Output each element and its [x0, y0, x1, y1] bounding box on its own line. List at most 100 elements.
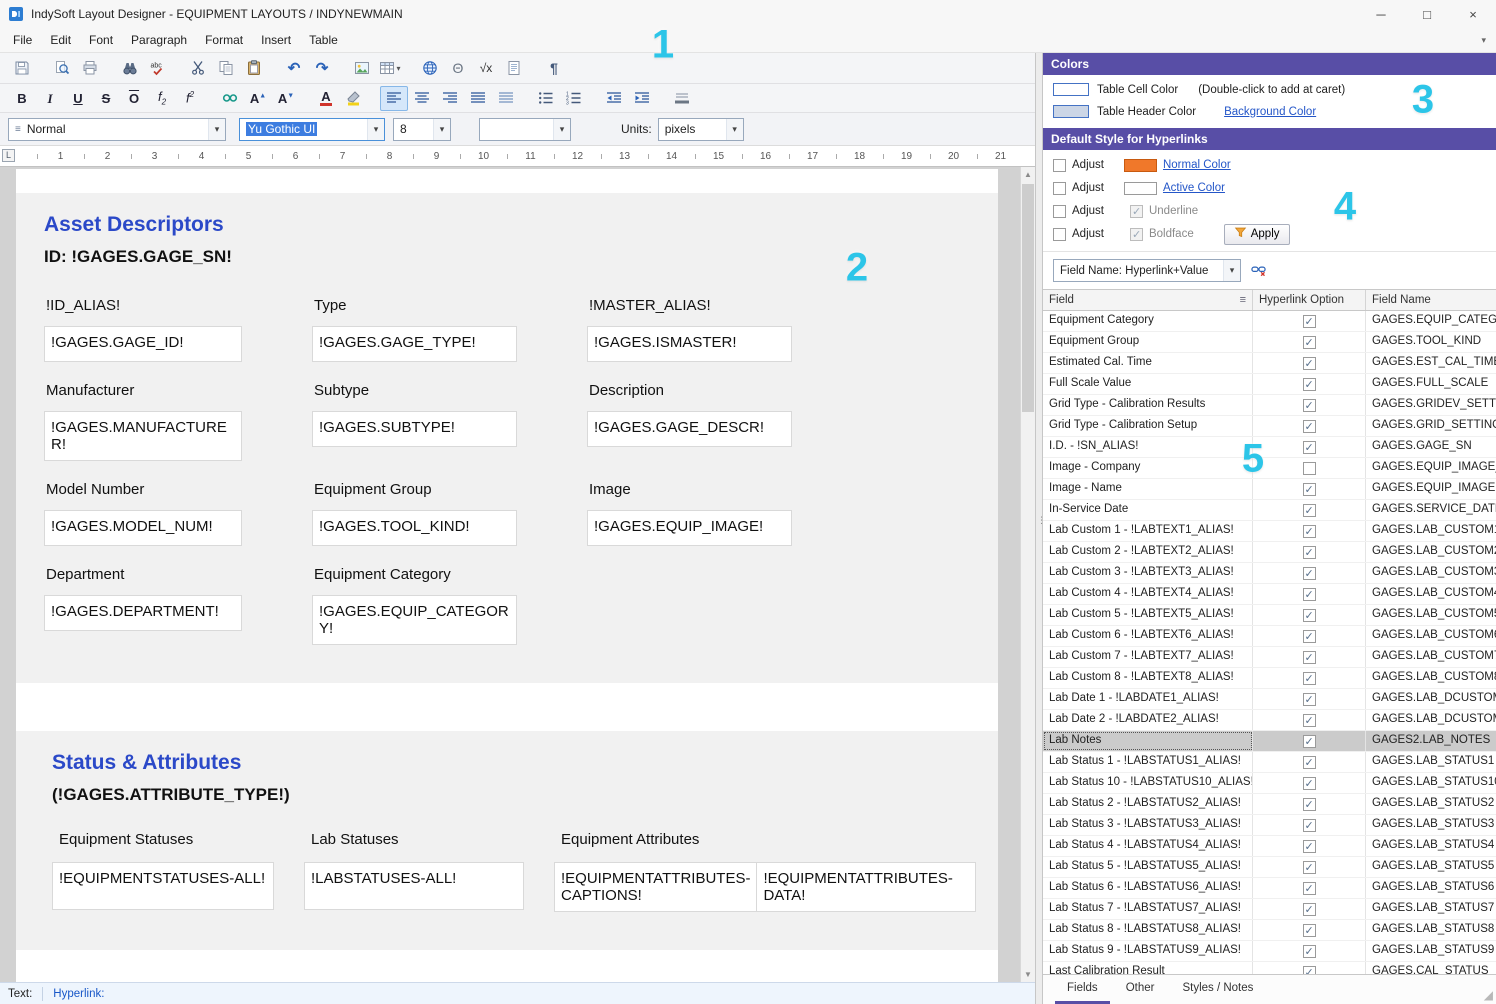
field-cell[interactable]: Lab Custom 8 - !LABTEXT8_ALIAS! [1043, 668, 1253, 688]
field-value-box[interactable]: !EQUIPMENTATTRIBUTES-CAPTIONS! [554, 862, 757, 912]
field-cell[interactable]: I.D. - !SN_ALIAS! [1043, 437, 1253, 457]
hyperlink-option-checkbox[interactable] [1303, 861, 1316, 874]
field-value-box[interactable]: !EQUIPMENTATTRIBUTES-DATA! [756, 862, 976, 912]
field-row[interactable]: Lab Status 3 - !LABSTATUS3_ALIAS! GAGES.… [1043, 815, 1496, 836]
hyperlink-option-cell[interactable] [1253, 605, 1366, 625]
hyperlink-option-checkbox[interactable] [1303, 798, 1316, 811]
field-value-box[interactable]: !GAGES.GAGE_TYPE! [312, 326, 517, 362]
field-row[interactable]: Lab Status 4 - !LABSTATUS4_ALIAS! GAGES.… [1043, 836, 1496, 857]
field-cell[interactable]: Lab Status 5 - !LABSTATUS5_ALIAS! [1043, 857, 1253, 877]
hyperlink-option-checkbox[interactable] [1303, 714, 1316, 727]
field-cell[interactable]: In-Service Date [1043, 500, 1253, 520]
adjust-normal-checkbox[interactable] [1053, 159, 1066, 172]
field-cell[interactable]: Lab Status 9 - !LABSTATUS9_ALIAS! [1043, 941, 1253, 961]
field-cell[interactable]: Lab Status 10 - !LABSTATUS10_ALIAS! [1043, 773, 1253, 793]
scrollbar-thumb[interactable] [1022, 184, 1034, 412]
table-cell-color-swatch[interactable] [1053, 83, 1089, 96]
hyperlink-option-cell[interactable] [1253, 311, 1366, 331]
hyperlink-option-checkbox[interactable] [1303, 672, 1316, 685]
normal-color-link[interactable]: Normal Color [1163, 159, 1231, 171]
field-value-box[interactable]: !GAGES.EQUIP_IMAGE! [587, 510, 792, 546]
field-row[interactable]: Lab Custom 3 - !LABTEXT3_ALIAS! GAGES.LA… [1043, 563, 1496, 584]
subscript-button[interactable]: f2 [148, 86, 176, 111]
align-right-button[interactable] [436, 86, 464, 111]
justify-button[interactable] [464, 86, 492, 111]
field-value-box[interactable]: !GAGES.SUBTYPE! [312, 411, 517, 447]
field-value-box[interactable]: !GAGES.ISMASTER! [587, 326, 792, 362]
hyperlink-option-checkbox[interactable] [1303, 462, 1316, 475]
field-row[interactable]: Lab Status 6 - !LABSTATUS6_ALIAS! GAGES.… [1043, 878, 1496, 899]
goggles-button[interactable] [216, 86, 244, 111]
resize-grip[interactable]: ◢ [1484, 988, 1493, 1002]
tab-stop-selector[interactable]: L [2, 149, 15, 162]
hyperlink-option-cell[interactable] [1253, 647, 1366, 667]
chevron-down-icon[interactable]: ▾ [553, 119, 570, 140]
field-cell[interactable]: Grid Type - Calibration Results [1043, 395, 1253, 415]
field-row[interactable]: Grid Type - Calibration Results GAGES.GR… [1043, 395, 1496, 416]
hyperlink-option-cell[interactable] [1253, 689, 1366, 709]
paragraph-marks-button[interactable]: ¶ [540, 56, 568, 81]
italic-button[interactable]: I [36, 86, 64, 111]
field-row[interactable]: Equipment Group GAGES.TOOL_KIND [1043, 332, 1496, 353]
apply-button[interactable]: Apply [1224, 224, 1290, 245]
hyperlink-option-checkbox[interactable] [1303, 756, 1316, 769]
field-row[interactable]: Lab Status 2 - !LABSTATUS2_ALIAS! GAGES.… [1043, 794, 1496, 815]
paragraph-style-select[interactable]: ≡ Normal ▾ [8, 118, 226, 141]
toolbar-options-chevron[interactable]: ▾ [1481, 35, 1486, 46]
hyperlink-option-checkbox[interactable] [1303, 525, 1316, 538]
hyperlink-option-checkbox[interactable] [1303, 882, 1316, 895]
copy-button[interactable] [212, 56, 240, 81]
active-color-link[interactable]: Active Color [1163, 182, 1225, 194]
field-row[interactable]: I.D. - !SN_ALIAS! GAGES.GAGE_SN [1043, 437, 1496, 458]
field-value-box[interactable]: !GAGES.GAGE_DESCR! [587, 411, 792, 447]
field-cell[interactable]: Lab Status 3 - !LABSTATUS3_ALIAS! [1043, 815, 1253, 835]
field-cell[interactable]: Lab Status 7 - !LABSTATUS7_ALIAS! [1043, 899, 1253, 919]
field-name-select[interactable]: Field Name: Hyperlink+Value ▾ [1053, 259, 1241, 282]
field-column-header[interactable]: Field ≡ [1043, 290, 1253, 310]
field-cell[interactable]: Last Calibration Result [1043, 962, 1253, 974]
field-cell[interactable]: Lab Date 1 - !LABDATE1_ALIAS! [1043, 689, 1253, 709]
superscript-button[interactable]: f2 [176, 86, 204, 111]
field-row[interactable]: In-Service Date GAGES.SERVICE_DATE [1043, 500, 1496, 521]
menu-File[interactable]: File [4, 29, 41, 51]
hyperlink-option-cell[interactable] [1253, 962, 1366, 974]
hyperlink-option-cell[interactable] [1253, 353, 1366, 373]
shrink-font-button[interactable]: A▼ [272, 86, 300, 111]
hyperlink-option-checkbox[interactable] [1303, 966, 1316, 975]
field-cell[interactable]: Lab Status 6 - !LABSTATUS6_ALIAS! [1043, 878, 1253, 898]
hyperlink-option-cell[interactable] [1253, 395, 1366, 415]
active-color-swatch[interactable] [1124, 182, 1157, 195]
hyperlink-option-cell[interactable] [1253, 878, 1366, 898]
menu-Font[interactable]: Font [80, 29, 122, 51]
vertical-scrollbar[interactable]: ▲ ▼ [1020, 167, 1035, 982]
field-cell[interactable]: Image - Company [1043, 458, 1253, 478]
field-row[interactable]: Lab Custom 2 - !LABTEXT2_ALIAS! GAGES.LA… [1043, 542, 1496, 563]
panel-tab[interactable]: Styles / Notes [1170, 975, 1265, 1004]
field-cell[interactable]: Equipment Category [1043, 311, 1253, 331]
remove-hyperlink-icon[interactable] [1251, 262, 1266, 280]
cut-button[interactable] [184, 56, 212, 81]
field-cell[interactable]: Lab Status 1 - !LABSTATUS1_ALIAS! [1043, 752, 1253, 772]
hyperlink-option-cell[interactable] [1253, 794, 1366, 814]
hyperlink-option-cell[interactable] [1253, 668, 1366, 688]
hyperlink-option-checkbox[interactable] [1303, 777, 1316, 790]
hyperlink-option-checkbox[interactable] [1303, 399, 1316, 412]
hyperlink-option-checkbox[interactable] [1303, 609, 1316, 622]
menu-Edit[interactable]: Edit [41, 29, 80, 51]
hyperlink-option-checkbox[interactable] [1303, 336, 1316, 349]
extra-select[interactable]: ▾ [479, 118, 571, 141]
hyperlink-option-cell[interactable] [1253, 500, 1366, 520]
hyperlink-option-cell[interactable] [1253, 479, 1366, 499]
document-button[interactable] [500, 56, 528, 81]
horizontal-line-button[interactable] [668, 86, 696, 111]
hyperlink-option-checkbox[interactable] [1303, 588, 1316, 601]
layout-page[interactable]: Asset Descriptors ID: !GAGES.GAGE_SN! !I… [16, 169, 998, 982]
field-row[interactable]: Equipment Category GAGES.EQUIP_CATEGORY [1043, 311, 1496, 332]
align-center-button[interactable] [408, 86, 436, 111]
decrease-indent-button[interactable] [600, 86, 628, 111]
undo-button[interactable]: ↶ [280, 56, 308, 81]
field-value-box[interactable]: !EQUIPMENTSTATUSES-ALL! [52, 862, 274, 910]
underline-button[interactable]: U [64, 86, 92, 111]
close-button[interactable]: × [1450, 0, 1496, 28]
field-cell[interactable]: Lab Custom 7 - !LABTEXT7_ALIAS! [1043, 647, 1253, 667]
